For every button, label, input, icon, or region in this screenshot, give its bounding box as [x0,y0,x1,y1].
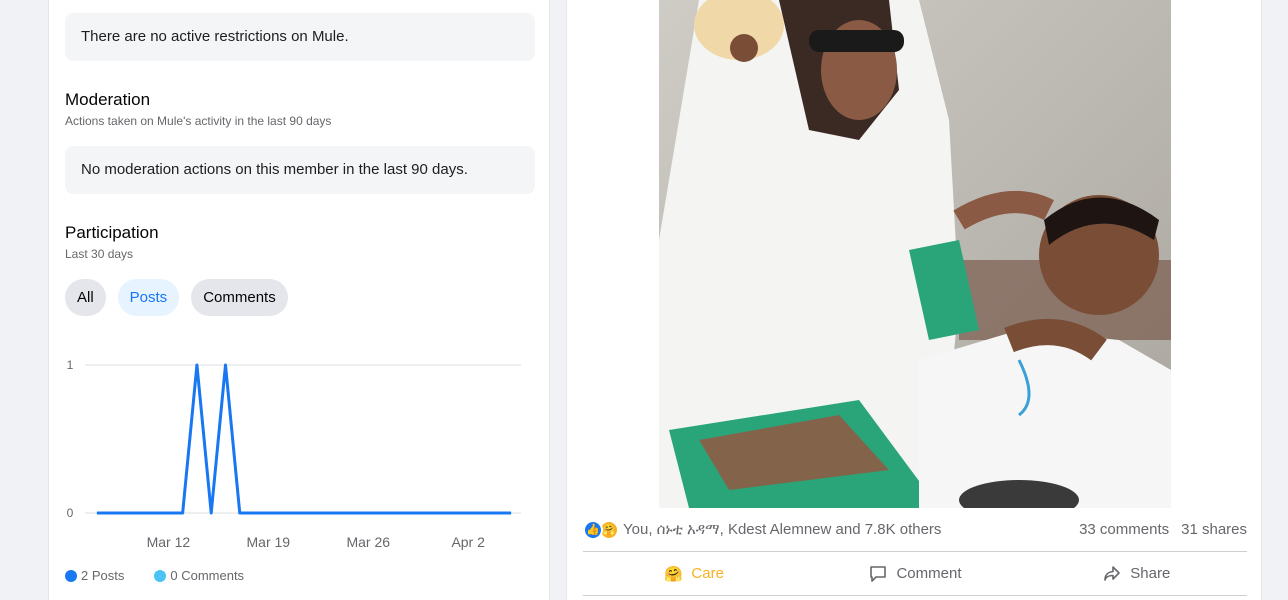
x-tick-label: Mar 26 [346,534,390,550]
like-reaction-icon: 👍 [583,519,603,540]
posts-data-point [210,512,212,514]
posts-data-point [167,512,169,514]
legend-comments-dot [154,569,167,582]
member-activity-panel: There are no active restrictions on Mule… [48,0,550,600]
care-label: Care [691,565,724,582]
x-tick-label: Apr 2 [451,534,485,550]
restrictions-notice: There are no active restrictions on Mule… [65,13,535,61]
participation-chart: 1 0 Mar 12 Mar 19 Mar 26 Apr 2 [67,358,521,550]
posts-data-point [182,512,184,514]
legend-comments-label: 0 Comments [170,568,245,583]
posts-data-point [110,512,112,514]
posts-data-point [324,512,326,514]
share-arrow-icon [1102,564,1122,584]
posts-data-point [96,512,98,514]
legend-comments: 0 Comments [154,568,244,583]
comment-count[interactable]: 33 comments [1079,521,1169,538]
posts-data-point [125,512,127,514]
posts-data-point [439,512,441,514]
comment-icon [868,564,888,584]
y-tick-label: 1 [67,358,74,372]
participation-filters: All Posts Comments [65,279,288,316]
posts-data-point [496,512,498,514]
comment-label: Comment [896,565,962,582]
y-tick-label: 0 [67,506,74,520]
legend-posts-label: 2 Posts [81,568,125,583]
chart-legend: 2 Posts 0 Comments [65,568,244,583]
share-count[interactable]: 31 shares [1181,521,1247,538]
posts-data-point [224,364,226,366]
posts-data-point [424,512,426,514]
comment-button[interactable]: Comment [804,564,1025,584]
share-label: Share [1130,565,1171,582]
moderation-title: Moderation [65,90,151,109]
posts-data-point [453,512,455,514]
filter-posts-chip[interactable]: Posts [117,279,180,316]
posts-data-point [481,512,483,514]
posts-data-point [282,512,284,514]
participation-title: Participation [65,223,159,242]
reaction-names[interactable]: You, ሰኑቲ አዳማ, Kdest Alemnew and 7.8K oth… [623,521,941,538]
posts-data-point [339,512,341,514]
post-panel: 👍 🤗 You, ሰኑቲ አዳማ, Kdest Alemnew and 7.8K… [566,0,1262,600]
posts-data-point [367,512,369,514]
posts-data-point [396,512,398,514]
filter-comments-chip[interactable]: Comments [191,279,288,316]
x-tick-label: Mar 12 [147,534,191,550]
posts-data-point [253,512,255,514]
post-photo[interactable] [659,0,1171,508]
posts-data-point [310,512,312,514]
post-reaction-summary: 👍 🤗 You, ሰኑቲ አዳማ, Kdest Alemnew and 7.8K… [583,508,1247,552]
posts-data-point [139,512,141,514]
x-tick-label: Mar 19 [247,534,291,550]
post-photo-illustration [659,0,1171,508]
share-button[interactable]: Share [1026,564,1247,584]
posts-data-point [353,512,355,514]
posts-data-point [296,512,298,514]
posts-data-point [382,512,384,514]
reaction-icons[interactable]: 👍 🤗 [583,519,619,540]
care-button[interactable]: 🤗 Care [583,564,804,584]
legend-posts-dot [65,569,77,582]
posts-data-point [410,512,412,514]
moderation-subtitle: Actions taken on Mule's activity in the … [65,114,332,128]
care-emoji-icon: 🤗 [664,565,683,583]
posts-data-point [153,512,155,514]
filter-all-chip[interactable]: All [65,279,106,316]
legend-posts: 2 Posts [65,568,124,583]
posts-data-point [239,512,241,514]
posts-data-point [510,512,512,514]
posts-data-point [467,512,469,514]
participation-subtitle: Last 30 days [65,247,134,261]
posts-series-line [97,363,511,515]
posts-data-point [196,364,198,366]
posts-data-point [267,512,269,514]
moderation-notice: No moderation actions on this member in … [65,146,535,194]
post-action-bar: 🤗 Care Comment Share [583,552,1247,596]
